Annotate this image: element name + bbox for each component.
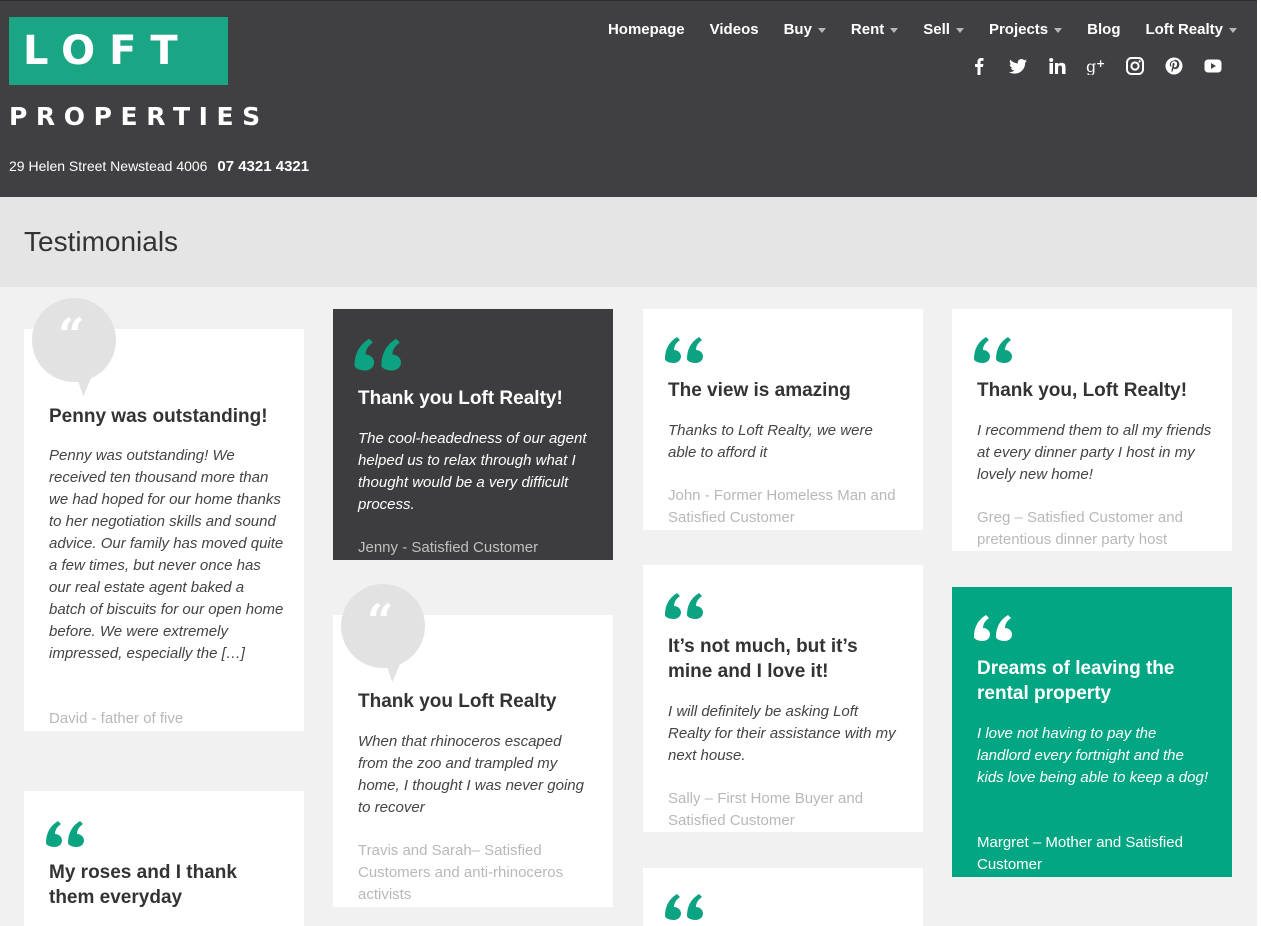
nav-buy[interactable]: Buy	[784, 20, 826, 40]
quote-icon	[974, 337, 1012, 363]
main-nav: Homepage Videos Buy Rent Sell Projects B…	[583, 20, 1237, 40]
quote-icon	[974, 615, 1012, 641]
chevron-down-icon	[817, 28, 826, 33]
quote-icon	[354, 338, 401, 371]
quote-icon	[665, 894, 703, 920]
google-plus-icon[interactable]: g +	[1076, 55, 1116, 77]
testimonial-title: Dreams of leaving the rental property	[977, 658, 1175, 704]
nav-videos[interactable]: Videos	[710, 20, 759, 40]
social-links: g +	[960, 55, 1233, 77]
testimonial-title: Thank you Loft Realty!	[358, 388, 563, 409]
svg-text:+: +	[1096, 57, 1105, 70]
testimonial-body: I love not having to pay the landlord ev…	[977, 725, 1208, 786]
testimonial-author: Greg – Satisfied Customer and pretentiou…	[977, 509, 1183, 548]
testimonial-body: The cool-headedness of our agent helped …	[358, 430, 587, 513]
svg-text:g: g	[1086, 57, 1096, 75]
chevron-down-icon	[1054, 28, 1063, 33]
testimonial-card: It’s not much, but it’s mine and I love …	[643, 565, 923, 832]
testimonial-card: The view is amazing Thanks to Loft Realt…	[643, 309, 923, 530]
logo[interactable]: LOFT	[9, 17, 228, 85]
facebook-icon[interactable]	[959, 55, 999, 77]
testimonial-title: Thank you, Loft Realty!	[977, 380, 1188, 401]
pinterest-icon[interactable]	[1154, 55, 1194, 77]
testimonial-title: It’s not much, but it’s mine and I love …	[668, 636, 858, 682]
testimonial-title: Thank you Loft Realty	[358, 691, 557, 712]
quote-icon	[46, 821, 84, 847]
instagram-icon[interactable]	[1115, 55, 1155, 77]
testimonial-body: Penny was outstanding! We received ten t…	[49, 447, 284, 662]
testimonial-author: John - Former Homeless Man and Satisfied…	[668, 487, 896, 526]
testimonial-card: Thank you Loft Realty! The cool-headedne…	[333, 309, 613, 560]
youtube-icon[interactable]	[1193, 55, 1233, 77]
testimonial-body: I recommend them to all my friends at ev…	[977, 422, 1212, 483]
testimonial-author: Sally – First Home Buyer and Satisfied C…	[668, 790, 864, 829]
testimonial-card: My roses and I thank them everyday	[24, 791, 304, 926]
chevron-down-icon	[955, 28, 964, 33]
logo-text-properties: PROPERTIES	[9, 102, 269, 131]
quote-bubble-icon: “	[341, 584, 425, 668]
linkedin-icon[interactable]	[1037, 55, 1077, 77]
testimonial-title: My roses and I thank them everyday	[49, 862, 237, 908]
chevron-down-icon	[890, 28, 899, 33]
testimonial-card	[643, 868, 923, 926]
page-edge	[1257, 0, 1261, 926]
testimonial-body: I will definitely be asking Loft Realty …	[668, 703, 896, 764]
testimonial-body: Thanks to Loft Realty, we were able to a…	[668, 422, 873, 461]
page-title-band	[0, 197, 1257, 287]
chevron-down-icon	[1229, 28, 1237, 33]
site-header: LOFT PROPERTIES 29 Helen Street Newstead…	[0, 0, 1257, 197]
quote-icon	[665, 593, 703, 619]
nav-blog[interactable]: Blog	[1087, 20, 1120, 40]
page-title: Testimonials	[24, 226, 179, 257]
nav-loft-realty[interactable]: Loft Realty	[1145, 20, 1237, 40]
nav-projects[interactable]: Projects	[989, 20, 1063, 40]
nav-rent[interactable]: Rent	[851, 20, 899, 40]
testimonial-card: Penny was outstanding! Penny was outstan…	[24, 329, 304, 731]
testimonial-author: Jenny - Satisfied Customer	[358, 539, 539, 556]
phone-number[interactable]: 07 4321 4321	[217, 158, 309, 175]
testimonial-body: When that rhinoceros escaped from the zo…	[358, 733, 584, 816]
testimonial-card: Dreams of leaving the rental property I …	[952, 587, 1232, 877]
testimonial-title: The view is amazing	[668, 380, 851, 401]
testimonial-card: Thank you, Loft Realty! I recommend them…	[952, 309, 1232, 551]
nav-sell[interactable]: Sell	[923, 20, 964, 40]
testimonial-author: Margret – Mother and Satisfied Customer	[977, 834, 1183, 873]
testimonial-title: Penny was outstanding!	[49, 406, 268, 427]
contact-info: 29 Helen Street Newstead 4006 07 4321 43…	[9, 156, 309, 177]
address: 29 Helen Street Newstead 4006	[9, 158, 208, 174]
quote-bubble-icon: “	[32, 298, 116, 382]
testimonial-author: David - father of five	[49, 710, 184, 727]
twitter-icon[interactable]	[998, 55, 1038, 77]
testimonial-author: Travis and Sarah– Satisfied Customers an…	[358, 842, 564, 903]
nav-homepage[interactable]: Homepage	[608, 20, 685, 40]
quote-icon	[665, 337, 703, 363]
logo-text-loft: LOFT	[23, 28, 192, 74]
